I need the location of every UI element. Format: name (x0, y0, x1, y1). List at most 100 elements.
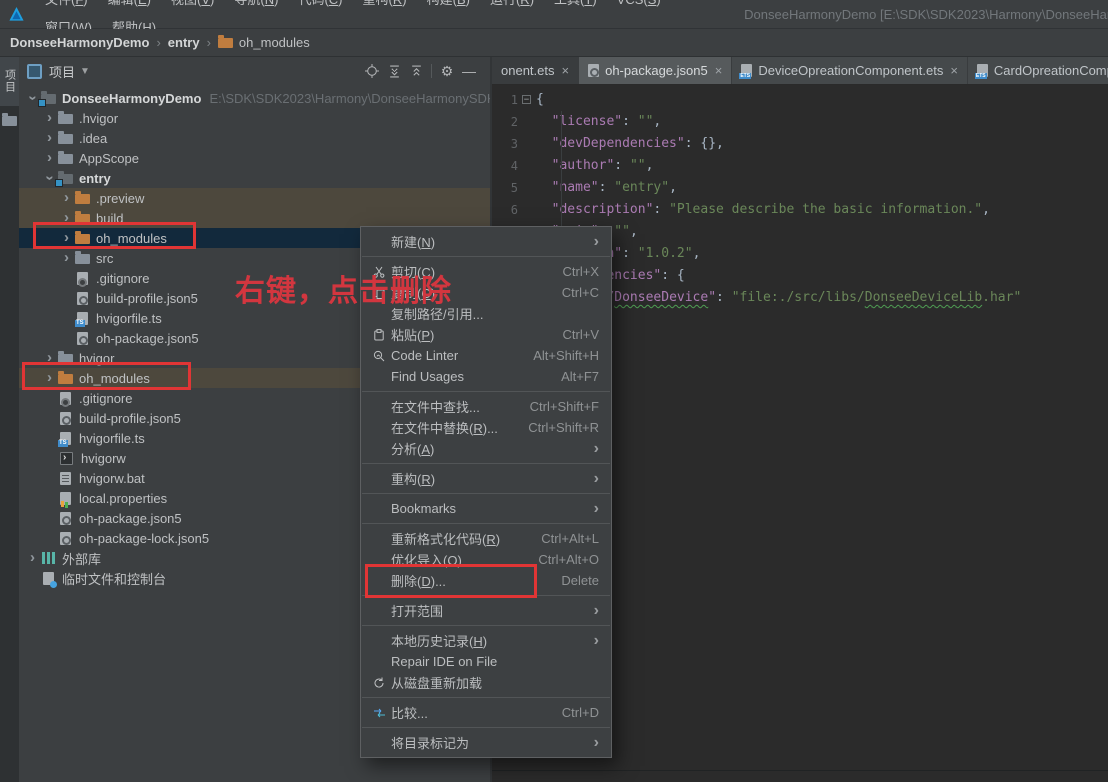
folder-icon (75, 254, 90, 264)
tree-item-AppScope[interactable]: ›AppScope (19, 148, 490, 168)
close-icon[interactable]: × (562, 64, 570, 77)
menu-item-open-in[interactable]: 打开范围› (361, 600, 611, 621)
menu-edit[interactable]: 编辑(E) (98, 0, 161, 7)
ets-file-icon (977, 64, 988, 77)
folder-icon (58, 154, 73, 164)
module-folder-icon (58, 174, 73, 184)
text-file-icon (60, 472, 71, 485)
tab-device-opreation[interactable]: DeviceOpreationComponent.ets× (732, 56, 967, 84)
menu-item-refactor[interactable]: 重构(R)› (361, 468, 611, 489)
library-icon (42, 552, 56, 564)
title-bar: 文件(F)编辑(E)视图(V)导航(N)代码(C)重构(R)构建(B)运行(R)… (0, 0, 1108, 29)
breadcrumb: DonseeHarmonyDemo›entry›oh_modules (0, 29, 1108, 57)
menu-file[interactable]: 文件(F) (35, 0, 98, 7)
breadcrumb-item[interactable]: oh_modules (218, 35, 310, 50)
folder-icon (58, 114, 73, 124)
tab-card-opreation[interactable]: CardOpreationComp (968, 56, 1108, 84)
properties-file-icon (60, 492, 71, 505)
menu-item-find-usages[interactable]: Find UsagesAlt+F7 (361, 366, 611, 387)
left-tool-strip: 项目 (0, 56, 19, 782)
window-title: DonseeHarmonyDemo [E:\SDK\SDK2023\Harmon… (744, 7, 1108, 22)
locate-icon[interactable] (361, 62, 383, 80)
menu-item-paste[interactable]: 粘贴(P)Ctrl+V (361, 324, 611, 345)
menu-item-find-in-files[interactable]: 在文件中查找...Ctrl+Shift+F (361, 396, 611, 417)
menu-run[interactable]: 运行(R) (480, 0, 544, 7)
project-files-icon[interactable] (2, 116, 17, 126)
close-icon[interactable]: × (715, 64, 723, 77)
paste-icon (367, 329, 391, 341)
close-icon[interactable]: × (950, 64, 958, 77)
menu-item-mark-directory-as[interactable]: 将目录标记为› (361, 732, 611, 753)
menu-code[interactable]: 代码(C) (288, 0, 352, 7)
menu-shortcut: Alt+Shift+H (533, 348, 599, 363)
json5-file-icon (60, 512, 71, 525)
json5-file-icon (77, 332, 88, 345)
menu-navigate[interactable]: 导航(N) (224, 0, 288, 7)
menu-refactor[interactable]: 重构(R) (353, 0, 417, 7)
menu-item-local-history[interactable]: 本地历史记录(H)› (361, 630, 611, 651)
menu-view[interactable]: 视图(V) (161, 0, 224, 7)
menu-shortcut: Ctrl+V (563, 327, 599, 342)
menu-item-reload-from-disk[interactable]: 从磁盘重新加载 (361, 672, 611, 693)
menu-separator (362, 523, 610, 524)
menu-shortcut: Alt+F7 (561, 369, 599, 384)
divider (431, 64, 432, 78)
chevron-right-icon[interactable]: › (41, 148, 58, 168)
menu-item-bookmarks[interactable]: Bookmarks› (361, 498, 611, 519)
submenu-arrow-icon: › (594, 603, 599, 619)
chevron-right-icon[interactable]: › (41, 128, 58, 148)
tree-item-.idea[interactable]: ›.idea (19, 128, 490, 148)
menu-item-new[interactable]: 新建(N)› (361, 231, 611, 252)
menu-shortcut: Ctrl+D (562, 705, 599, 720)
chevron-right-icon[interactable]: › (24, 548, 41, 568)
tree-item-.hvigor[interactable]: ›.hvigor (19, 108, 490, 128)
menu-build[interactable]: 构建(B) (417, 0, 480, 7)
menu-tools[interactable]: 工具(T) (544, 0, 607, 7)
folder-icon (218, 38, 233, 48)
code-line: 2 "license": "", (492, 111, 1108, 133)
submenu-arrow-icon: › (594, 471, 599, 487)
hide-panel-icon[interactable]: — (458, 62, 480, 80)
breadcrumb-separator: › (207, 35, 211, 50)
menu-item-replace-in-files[interactable]: 在文件中替换(R)...Ctrl+Shift+R (361, 417, 611, 438)
expand-all-icon[interactable] (383, 62, 405, 80)
menu-item-compare[interactable]: 比较...Ctrl+D (361, 702, 611, 723)
chevron-right-icon[interactable]: › (58, 188, 75, 208)
menu-item-repair-ide[interactable]: Repair IDE on File (361, 651, 611, 672)
tree-item-.preview[interactable]: ›.preview (19, 188, 490, 208)
fold-marker-icon[interactable]: − (522, 95, 531, 104)
script-file-icon (60, 452, 73, 465)
chevron-right-icon[interactable]: › (41, 108, 58, 128)
ets-file-icon (741, 64, 752, 77)
submenu-arrow-icon: › (594, 441, 599, 457)
code-line: 1−{ (492, 89, 1108, 111)
breadcrumb-item[interactable]: DonseeHarmonyDemo (10, 35, 149, 50)
json5-file-icon (60, 412, 71, 425)
tab-oh-package-json5[interactable]: oh-package.json5× (579, 56, 731, 84)
tab-onent-ets[interactable]: onent.ets× (492, 56, 578, 84)
menu-shortcut: Ctrl+Shift+F (530, 399, 599, 414)
menu-vcs[interactable]: VCS(S) (607, 0, 671, 7)
menu-item-analyze[interactable]: 分析(A)› (361, 438, 611, 459)
menu-item-code-linter[interactable]: Code LinterAlt+Shift+H (361, 345, 611, 366)
menu-separator (362, 697, 610, 698)
tree-item-entry[interactable]: ›entry (19, 168, 490, 188)
menu-item-reformat-code[interactable]: 重新格式化代码(R)Ctrl+Alt+L (361, 528, 611, 549)
project-view-selector[interactable]: 项目 (49, 62, 75, 81)
annotation-text: 右键，点击删除 (235, 266, 452, 310)
breadcrumb-item[interactable]: entry (168, 35, 200, 50)
menu-separator (362, 727, 610, 728)
menu-shortcut: Delete (561, 573, 599, 588)
chevron-right-icon[interactable]: › (58, 248, 75, 268)
folder-icon (75, 194, 90, 204)
menu-shortcut: Ctrl+X (563, 264, 599, 279)
folder-icon (58, 134, 73, 144)
tree-item-DonseeHarmonyDemo[interactable]: ›DonseeHarmonyDemoE:\SDK\SDK2023\Harmony… (19, 88, 490, 108)
project-tool-window-tab[interactable]: 项目 (0, 56, 19, 106)
line-number: 1 (492, 89, 518, 111)
chevron-down-icon[interactable]: ▼ (80, 66, 90, 77)
collapse-all-icon[interactable] (405, 62, 427, 80)
linter-icon (367, 350, 391, 362)
settings-gear-icon[interactable]: ⚙ (436, 62, 458, 80)
line-number: 4 (492, 155, 518, 177)
